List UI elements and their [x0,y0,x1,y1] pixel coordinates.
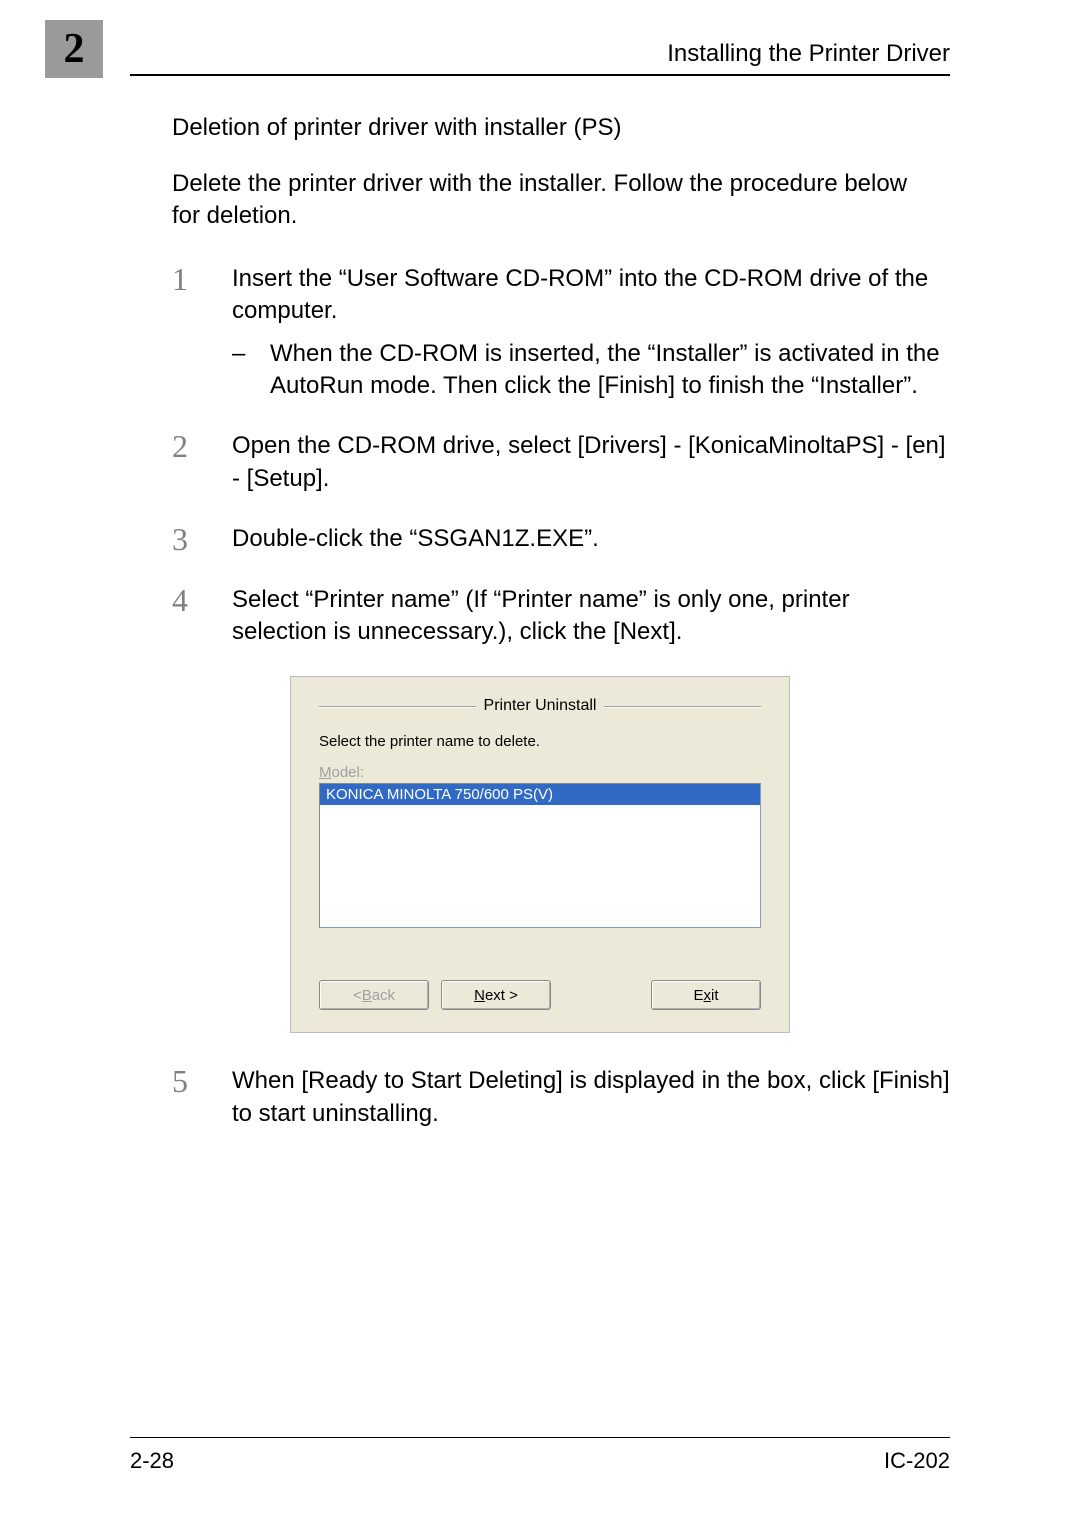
step-sub-text: When the CD-ROM is inserted, the “Instal… [270,338,950,403]
step-text: Insert the “User Software CD-ROM” into t… [232,263,950,328]
next-button[interactable]: Next > [441,980,551,1010]
step-number: 1 [172,263,232,403]
step-number: 3 [172,523,232,555]
model-list-item-selected[interactable]: KONICA MINOLTA 750/600 PS(V) [320,784,760,805]
dialog-button-row: < Back Next > Exit [319,980,761,1010]
step-4: 4 Select “Printer name” (If “Printer nam… [172,584,950,649]
model-listbox[interactable]: KONICA MINOLTA 750/600 PS(V) [319,783,761,928]
header-title: Installing the Printer Driver [667,40,950,68]
step-text: Double-click the “SSGAN1Z.EXE”. [232,523,950,555]
chapter-tab: 2 [45,20,103,78]
step-number: 2 [172,430,232,495]
footer-doc-code: IC-202 [884,1448,950,1474]
printer-uninstall-dialog: Printer Uninstall Select the printer nam… [290,676,790,1033]
page-header: Installing the Printer Driver [130,40,950,76]
step-3: 3 Double-click the “SSGAN1Z.EXE”. [172,523,950,555]
footer-page-number: 2-28 [130,1448,174,1474]
step-number: 4 [172,584,232,649]
step-2: 2 Open the CD-ROM drive, select [Drivers… [172,430,950,495]
model-label: Model: [319,764,761,781]
page-footer: 2-28 IC-202 [130,1437,950,1474]
dialog-screenshot: Printer Uninstall Select the printer nam… [130,676,950,1033]
dialog-title-row: Printer Uninstall [319,697,761,715]
exit-button[interactable]: Exit [651,980,761,1010]
step-5: 5 When [Ready to Start Deleting] is disp… [172,1065,950,1130]
step-text: When [Ready to Start Deleting] is displa… [232,1065,950,1130]
step-1: 1 Insert the “User Software CD-ROM” into… [172,263,950,403]
dialog-title: Printer Uninstall [476,697,605,715]
intro-paragraph: Delete the printer driver with the insta… [172,168,940,233]
page-content: Installing the Printer Driver Deletion o… [0,0,1080,1130]
dialog-instruction: Select the printer name to delete. [319,733,761,750]
step-text: Select “Printer name” (If “Printer name”… [232,584,950,649]
back-button: < Back [319,980,429,1010]
section-heading: Deletion of printer driver with installe… [172,114,950,142]
step-number: 5 [172,1065,232,1130]
step-sub-bullet: – When the CD-ROM is inserted, the “Inst… [232,338,950,403]
step-text: Open the CD-ROM drive, select [Drivers] … [232,430,950,495]
bullet-dash: – [232,338,270,403]
step-body: Insert the “User Software CD-ROM” into t… [232,263,950,403]
